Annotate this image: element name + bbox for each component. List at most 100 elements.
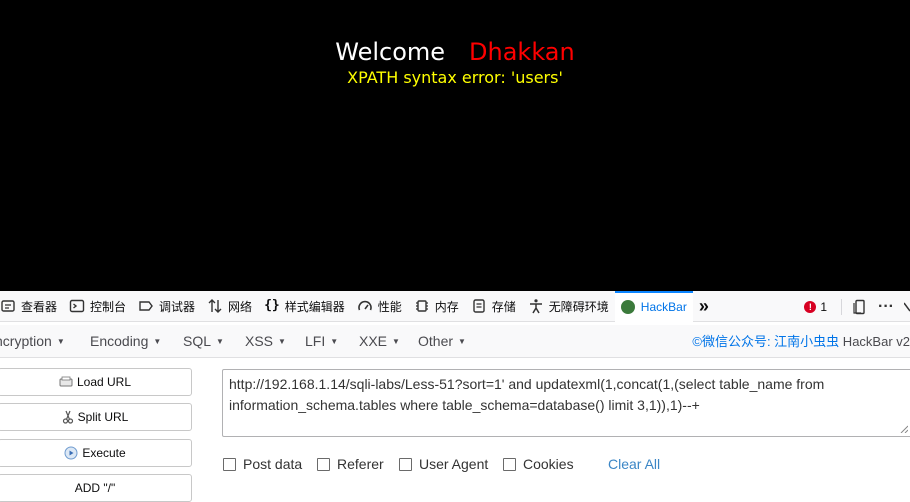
scissors-icon <box>62 410 73 424</box>
accessibility-icon <box>529 299 542 314</box>
hackbar-menu: ncryption ▼ Encoding ▼ SQL ▼ XSS ▼ LFI ▼ XXE ▼… <box>0 325 910 358</box>
tab-storage-label: 存储 <box>491 299 516 314</box>
post-data-label: Post data <box>243 456 303 472</box>
menu-sql[interactable]: SQL ▼ <box>183 325 224 358</box>
cookies-option[interactable]: Cookies <box>503 456 574 472</box>
execute-label: Execute <box>82 446 126 460</box>
menu-xss-label: XSS <box>245 333 274 349</box>
overflow-menu-icon[interactable]: ··· <box>878 298 894 316</box>
menu-lfi-label: LFI <box>305 333 326 349</box>
menu-xss[interactable]: XSS ▼ <box>245 325 286 358</box>
menu-xxe[interactable]: XXE ▼ <box>359 325 400 358</box>
chevron-down-icon: ▼ <box>458 337 466 346</box>
devtools-toolbar: 查看器 控制台 调试器 网络 {} 样式编辑器 性能 内存 存储 无障碍环境 H… <box>0 290 910 322</box>
gauge-icon <box>357 300 372 311</box>
dock-window-icon[interactable] <box>852 299 868 315</box>
load-url-label: Load URL <box>76 375 132 389</box>
url-line-1: http://192.168.1.14/sqli-labs/Less-51?so… <box>229 376 825 392</box>
tab-network-label: 网络 <box>228 299 253 314</box>
chevrons-right-icon: » <box>698 295 709 316</box>
welcome-text: Welcome <box>335 38 446 66</box>
post-data-option[interactable]: Post data <box>223 456 302 472</box>
cookies-label: Cookies <box>523 456 574 472</box>
cookies-checkbox[interactable] <box>503 457 516 471</box>
debugger-icon <box>139 301 153 311</box>
clear-all-link[interactable]: Clear All <box>608 456 660 472</box>
chevron-down-icon: ▼ <box>330 337 339 346</box>
tab-storage[interactable]: 存储 <box>465 291 522 322</box>
close-icon[interactable] <box>904 300 910 314</box>
menu-encoding[interactable]: Encoding ▼ <box>90 325 161 358</box>
chevron-down-icon: ▼ <box>153 337 162 346</box>
add-slash-label: ADD "/" <box>74 481 116 495</box>
tab-style-editor[interactable]: {} 样式编辑器 <box>258 291 351 322</box>
tab-inspector[interactable]: 查看器 <box>0 291 63 322</box>
menu-xxe-label: XXE <box>359 333 388 349</box>
tab-accessibility[interactable]: 无障碍环境 <box>522 291 615 322</box>
tab-memory[interactable]: 内存 <box>408 291 465 322</box>
credit-wechat: ©微信公众号: 江南小虫虫 <box>692 334 840 349</box>
referer-option[interactable]: Referer <box>317 456 384 472</box>
more-tabs-button[interactable]: » <box>693 291 715 322</box>
devtools-right-controls: ! 1 ··· <box>804 291 910 322</box>
menu-encryption[interactable]: ncryption ▼ <box>0 325 65 358</box>
url-textarea[interactable]: http://192.168.1.14/sqli-labs/Less-51?so… <box>222 369 910 437</box>
hackbar-credit: ©微信公众号: 江南小虫虫 HackBar v2 <box>692 325 910 358</box>
tab-accessibility-label: 无障碍环境 <box>548 299 609 314</box>
referer-label: Referer <box>337 456 384 472</box>
tab-console[interactable]: 控制台 <box>63 291 132 322</box>
load-url-button[interactable]: Load URL <box>0 368 192 396</box>
load-url-icon <box>59 376 73 387</box>
user-agent-checkbox[interactable] <box>399 457 412 471</box>
chevron-down-icon: ▼ <box>278 337 286 346</box>
play-icon <box>64 446 78 460</box>
error-message: XPATH syntax error: 'users' <box>347 68 563 87</box>
tab-hackbar[interactable]: HackBar <box>614 290 693 322</box>
storage-icon <box>473 299 485 313</box>
url-line-2: information_schema.tables where table_sc… <box>229 397 700 413</box>
hackbar-logo-icon <box>620 300 635 314</box>
menu-other-label: Other <box>418 333 454 349</box>
tab-console-label: 控制台 <box>90 299 127 314</box>
memory-icon <box>415 300 428 312</box>
menu-lfi[interactable]: LFI ▼ <box>305 325 338 358</box>
execute-button[interactable]: Execute <box>0 439 192 467</box>
tab-memory-label: 内存 <box>434 299 459 314</box>
network-icon <box>208 299 222 313</box>
hackbar-panel: Load URL Split URL Execute ADD "/" http:… <box>0 358 910 502</box>
error-icon: ! <box>804 300 817 313</box>
tab-debugger[interactable]: 调试器 <box>132 291 201 322</box>
add-slash-button[interactable]: ADD "/" <box>0 474 192 502</box>
referer-checkbox[interactable] <box>317 457 330 471</box>
tab-network[interactable]: 网络 <box>201 291 258 322</box>
welcome-name: Dhakkan <box>469 38 575 66</box>
welcome-heading: Welcome Dhakkan <box>0 37 910 67</box>
braces-icon: {} <box>264 298 280 313</box>
tab-performance-label: 性能 <box>377 299 402 314</box>
post-data-checkbox[interactable] <box>223 457 236 471</box>
resize-grip-icon[interactable] <box>900 425 908 433</box>
menu-other[interactable]: Other ▼ <box>418 325 466 358</box>
menu-sql-label: SQL <box>183 333 212 349</box>
chevron-down-icon: ▼ <box>56 337 65 346</box>
tab-debugger-label: 调试器 <box>159 299 196 314</box>
tab-performance[interactable]: 性能 <box>351 291 408 322</box>
error-count: 1 <box>820 299 828 314</box>
user-agent-option[interactable]: User Agent <box>399 456 488 472</box>
tab-inspector-label: 查看器 <box>21 299 58 314</box>
menu-encryption-label: ncryption <box>0 333 52 349</box>
error-count-badge[interactable]: ! 1 <box>804 300 827 314</box>
menu-encoding-label: Encoding <box>90 333 149 349</box>
web-page: Welcome Dhakkan XPATH syntax error: 'user… <box>0 0 910 291</box>
tab-style-editor-label: 样式编辑器 <box>284 299 345 314</box>
tab-hackbar-label: HackBar <box>640 300 687 314</box>
chevron-down-icon: ▼ <box>392 337 400 346</box>
separator <box>841 298 843 315</box>
split-url-label: Split URL <box>77 410 129 424</box>
split-url-button[interactable]: Split URL <box>0 403 192 431</box>
user-agent-label: User Agent <box>419 456 489 472</box>
inspector-icon <box>1 300 15 312</box>
console-icon <box>69 299 85 313</box>
credit-version: HackBar v2 <box>839 334 910 349</box>
chevron-down-icon: ▼ <box>216 337 224 346</box>
